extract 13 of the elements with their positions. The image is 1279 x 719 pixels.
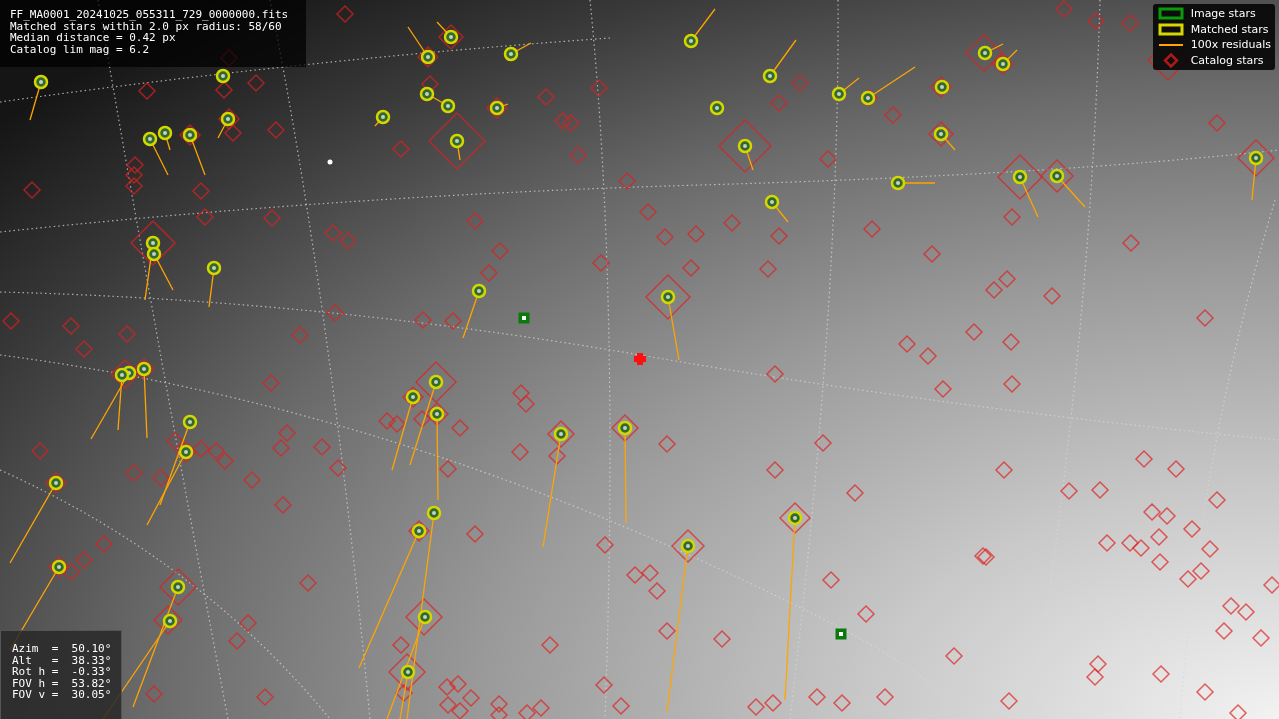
legend-label: Catalog stars: [1190, 53, 1264, 67]
pointing-info-line: Azim = 50.10°: [12, 643, 113, 655]
legend-label: Matched stars: [1190, 22, 1269, 36]
fits-info-line: Median distance = 0.42 px: [10, 32, 176, 44]
pointing-info-line: Alt = 38.33°: [12, 654, 113, 666]
fits-info-line: Matched stars within 2.0 px radius: 58/60: [10, 20, 282, 32]
fits-info-line: FF_MA0001_20241025_055311_729_0000000.fits: [10, 9, 290, 21]
fits-info-line: Catalog lim mag = 6.2: [10, 43, 151, 55]
pointing-info-line: FOV h = 53.82°: [12, 677, 113, 689]
pointing-info-line: Rot h = -0.33°: [12, 666, 113, 678]
legend-label: Image stars: [1190, 7, 1256, 21]
pointing-info-line: FOV v = 30.05°: [12, 689, 113, 701]
legend-label: 100x residuals: [1190, 38, 1271, 52]
